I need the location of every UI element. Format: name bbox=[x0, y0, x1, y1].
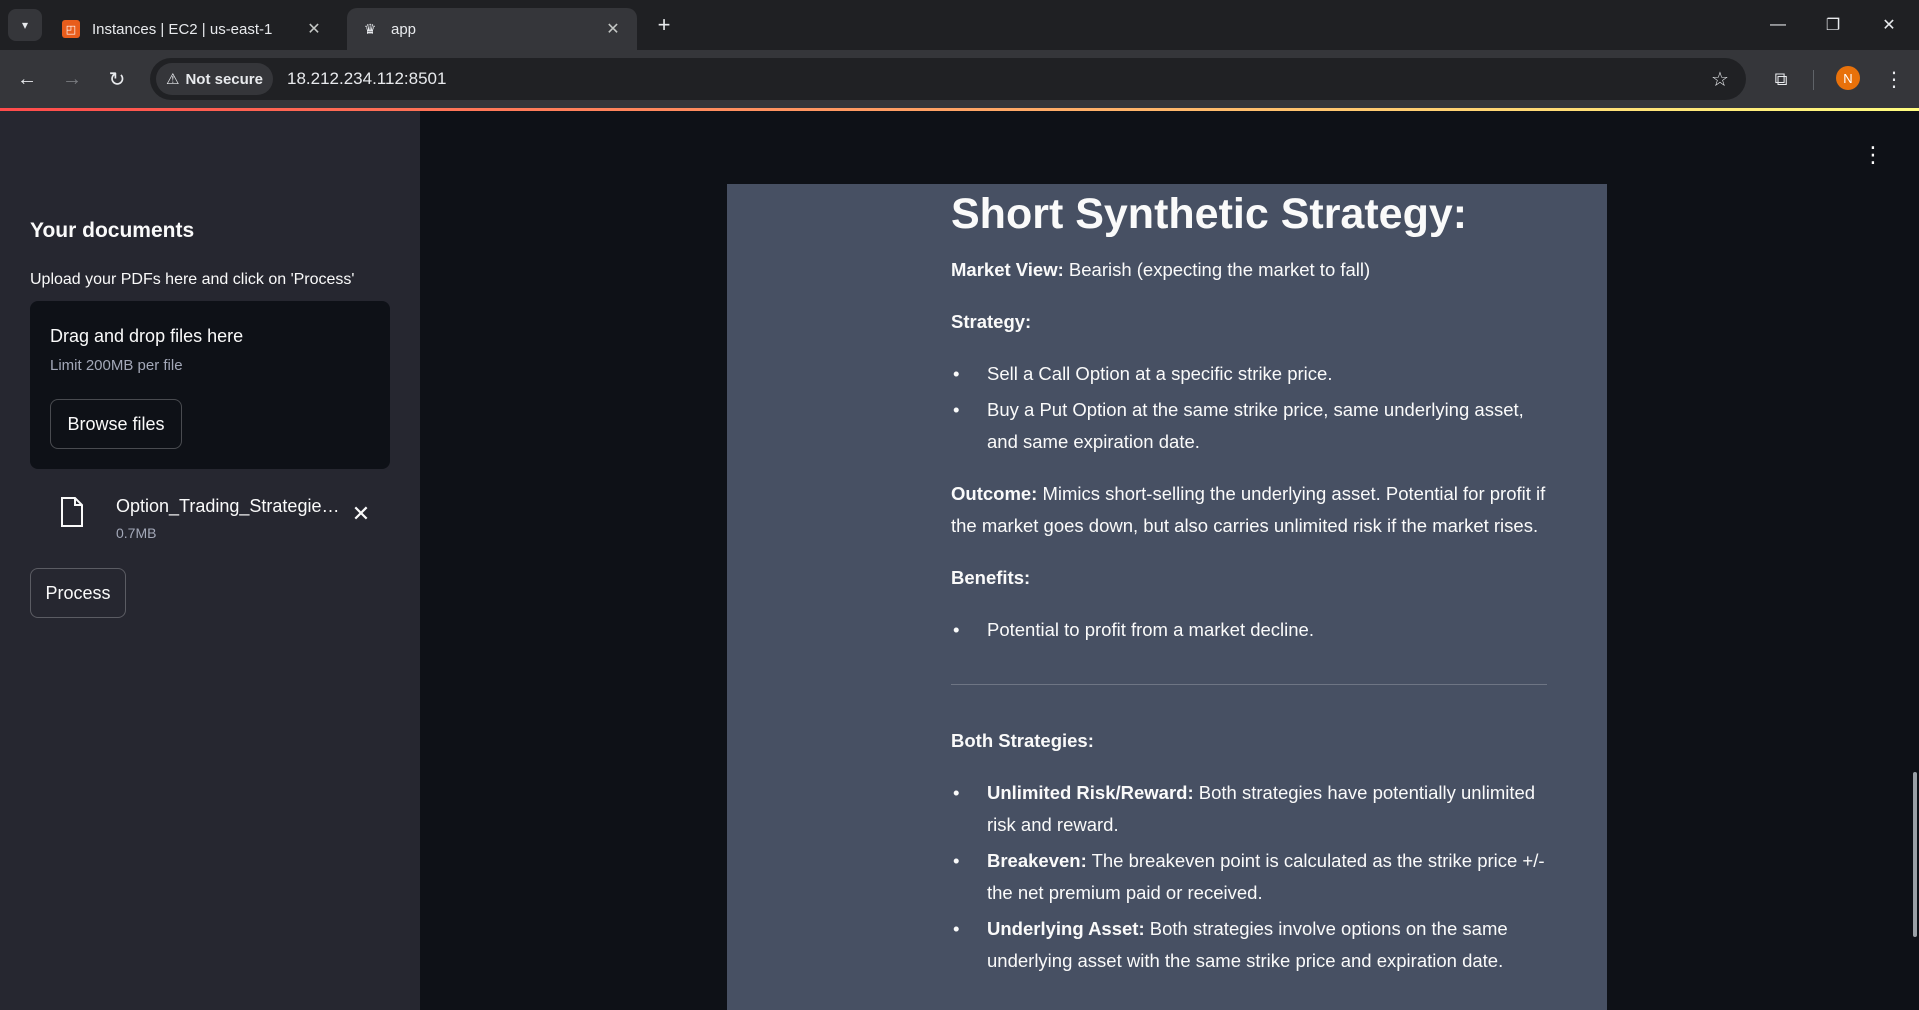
forward-arrow-icon[interactable]: → bbox=[57, 64, 87, 94]
response-card: Short Synthetic Strategy: Market View: B… bbox=[727, 184, 1607, 1010]
security-label: Not secure bbox=[185, 70, 263, 88]
browse-files-button[interactable]: Browse files bbox=[50, 399, 182, 449]
both-strategies-list: Unlimited Risk/Reward: Both strategies h… bbox=[951, 777, 1547, 977]
dropzone-limit: Limit 200MB per file bbox=[50, 357, 183, 374]
strategy-label: Strategy: bbox=[951, 311, 1032, 332]
streamlit-crown-icon: ♛ bbox=[363, 20, 377, 37]
browser-toolbar: ← → ↻ ⚠ Not secure 18.212.234.112:8501 ☆… bbox=[0, 50, 1919, 108]
benefits-list: Potential to profit from a market declin… bbox=[951, 614, 1547, 646]
tab-search-button[interactable]: ▾ bbox=[8, 9, 42, 41]
close-tab-icon[interactable]: ✕ bbox=[304, 19, 324, 39]
market-view-label: Market View: bbox=[951, 259, 1064, 280]
url-text[interactable]: 18.212.234.112:8501 bbox=[287, 69, 1702, 89]
file-dropzone[interactable]: Drag and drop files here Limit 200MB per… bbox=[30, 301, 390, 469]
tab-title: app bbox=[391, 20, 417, 38]
sidebar-title: Your documents bbox=[30, 219, 195, 242]
tab-title: Instances | EC2 | us-east-1 bbox=[92, 20, 273, 38]
page-scrollbar[interactable] bbox=[1913, 772, 1917, 937]
list-item: Sell a Call Option at a specific strike … bbox=[951, 358, 1547, 390]
response-content: Short Synthetic Strategy: Market View: B… bbox=[951, 184, 1547, 997]
extensions-puzzle-icon[interactable]: ⧉ bbox=[1766, 64, 1796, 94]
reload-icon[interactable]: ↻ bbox=[102, 64, 132, 94]
sidebar: Your documents Upload your PDFs here and… bbox=[0, 111, 420, 1010]
profile-avatar[interactable]: N bbox=[1836, 66, 1860, 90]
list-item: Buy a Put Option at the same strike pric… bbox=[951, 394, 1547, 458]
tab-ec2-instances[interactable]: ◰ Instances | EC2 | us-east-1 ✕ bbox=[48, 8, 338, 50]
list-item: Underlying Asset: Both strategies involv… bbox=[951, 913, 1547, 977]
uploaded-file-item: Option_Trading_Strategies.pdf 0.7MB ✕ bbox=[30, 483, 390, 553]
app-menu-icon[interactable]: ⋮ bbox=[1862, 140, 1884, 170]
market-view-text: Bearish (expecting the market to fall) bbox=[1063, 259, 1371, 280]
back-arrow-icon[interactable]: ← bbox=[12, 64, 42, 94]
strategy-heading: Short Synthetic Strategy: bbox=[951, 190, 1468, 238]
file-name: Option_Trading_Strategies.pdf bbox=[116, 496, 348, 516]
list-item: Breakeven: The breakeven point is calcul… bbox=[951, 845, 1547, 909]
restore-icon[interactable]: ❐ bbox=[1810, 8, 1856, 42]
tab-app[interactable]: ♛ app ✕ bbox=[347, 8, 637, 50]
security-chip[interactable]: ⚠ Not secure bbox=[156, 63, 273, 95]
bookmark-star-icon[interactable]: ☆ bbox=[1702, 67, 1738, 92]
browser-menu-icon[interactable]: ⋮ bbox=[1882, 64, 1906, 94]
outcome: Outcome: Mimics short-selling the underl… bbox=[951, 478, 1547, 542]
file-size: 0.7MB bbox=[116, 525, 157, 541]
close-window-icon[interactable]: ✕ bbox=[1866, 8, 1912, 42]
browser-tab-strip: ▾ ◰ Instances | EC2 | us-east-1 ✕ ♛ app … bbox=[0, 0, 1919, 50]
file-icon bbox=[61, 497, 83, 527]
remove-file-icon[interactable]: ✕ bbox=[348, 501, 374, 527]
dropzone-title: Drag and drop files here bbox=[50, 326, 244, 346]
upload-label: Upload your PDFs here and click on 'Proc… bbox=[30, 271, 355, 288]
process-button[interactable]: Process bbox=[30, 568, 126, 618]
close-tab-icon[interactable]: ✕ bbox=[603, 19, 623, 39]
aws-ec2-icon: ◰ bbox=[62, 20, 80, 38]
outcome-text: Mimics short-selling the underlying asse… bbox=[951, 483, 1546, 536]
new-tab-button[interactable]: + bbox=[650, 11, 678, 39]
outcome-label: Outcome: bbox=[951, 483, 1038, 504]
toolbar-divider bbox=[1813, 70, 1814, 90]
strategy-list: Sell a Call Option at a specific strike … bbox=[951, 358, 1547, 458]
section-divider bbox=[951, 684, 1547, 685]
chevron-down-icon: ▾ bbox=[21, 18, 29, 32]
list-item: Potential to profit from a market declin… bbox=[951, 614, 1547, 646]
benefits-label: Benefits: bbox=[951, 567, 1031, 588]
list-item: Unlimited Risk/Reward: Both strategies h… bbox=[951, 777, 1547, 841]
warning-triangle-icon: ⚠ bbox=[166, 71, 180, 88]
address-bar[interactable]: ⚠ Not secure 18.212.234.112:8501 ☆ bbox=[150, 58, 1746, 100]
both-strategies-label: Both Strategies: bbox=[951, 730, 1094, 751]
market-view: Market View: Bearish (expecting the mark… bbox=[951, 254, 1547, 286]
minimize-icon[interactable]: — bbox=[1755, 8, 1801, 42]
